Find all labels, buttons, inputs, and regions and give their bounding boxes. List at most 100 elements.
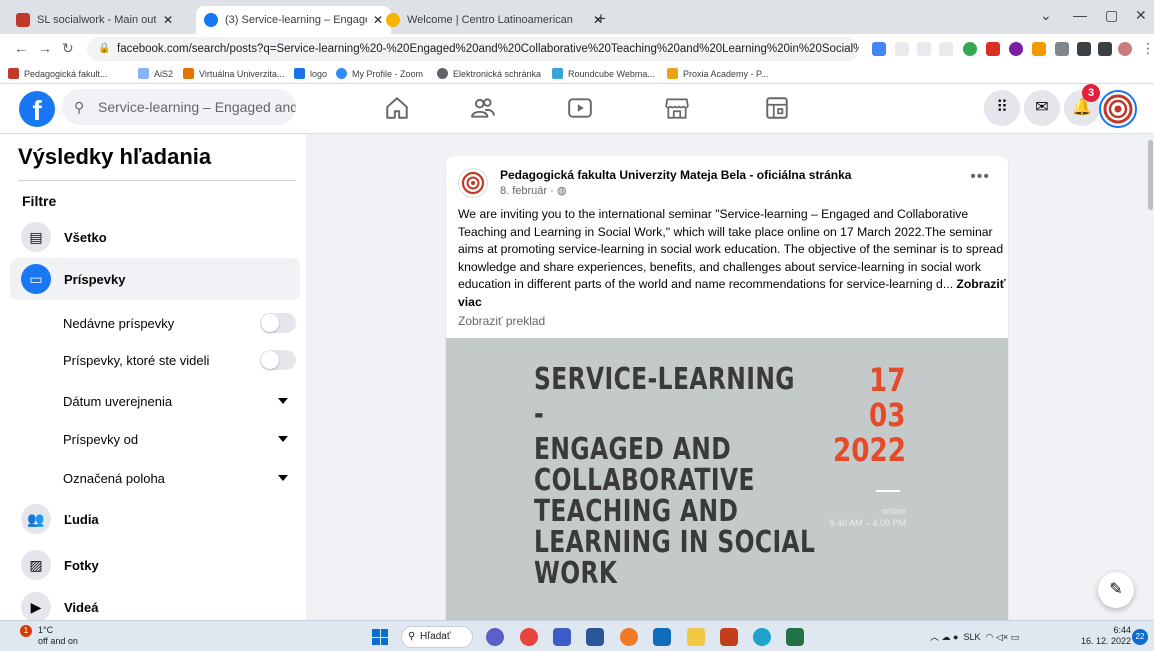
facebook-header: f ⚲ Service-learning – Engaged and Co ⠿ … [0,84,1154,134]
bookmark-item[interactable]: logo [294,68,327,79]
sidebar-item-all[interactable]: ▤ Všetko [10,216,300,258]
post-card: Pedagogická fakulta Univerzity Mateja Be… [446,156,1008,620]
see-translation-link[interactable]: Zobraziť preklad [458,314,545,328]
close-window-button[interactable]: ✕ [1135,7,1147,24]
bookmark-item[interactable]: Elektronická schránka [437,68,541,79]
browser-tab-active[interactable]: (3) Service-learning – Engaged an ✕ [196,6,392,34]
filter-seen-posts[interactable]: Príspevky, ktoré ste videli [63,348,296,372]
banner-line: ENGAGED AND [534,432,732,467]
extension-icon[interactable] [986,42,1000,56]
browser-tab[interactable]: Welcome | Centro Latinoamerican ✕ [378,6,611,34]
marketplace-icon[interactable] [664,95,690,121]
filter-label: Nedávne príspevky [63,315,175,331]
sidebar-item-label: Ľudia [64,511,99,527]
back-button[interactable]: ← [14,40,28,56]
word-app-icon[interactable] [586,628,604,646]
seen-posts-toggle[interactable] [260,350,296,370]
extension-icon[interactable] [1032,42,1046,56]
clock[interactable]: 6:44 16. 12. 2022 [1081,625,1131,647]
page-name-link[interactable]: Pedagogická fakulta Univerzity Mateja Be… [500,168,851,182]
banner-mode: online [881,506,906,516]
outlook-app-icon[interactable] [653,628,671,646]
address-bar-row: ← → ↻ 🔒 facebook.com/search/posts?q=Serv… [0,34,1154,64]
powerpoint-app-icon[interactable] [720,628,738,646]
browser-menu-icon[interactable]: ⋮ [1141,40,1154,57]
firefox-app-icon[interactable] [620,628,638,646]
search-input[interactable]: ⚲ Service-learning – Engaged and Co [62,89,296,125]
zoom-icon[interactable] [895,42,909,56]
post-options-icon[interactable]: ••• [970,168,990,186]
page-avatar[interactable] [458,168,488,198]
profile-avatar-icon[interactable] [1118,42,1132,56]
friends-icon[interactable] [470,95,496,121]
chevron-down-icon [278,436,288,442]
account-avatar[interactable] [1099,90,1137,128]
forward-button[interactable]: → [38,40,52,56]
filter-recent-posts[interactable]: Nedávne príspevky [63,311,296,335]
extension-icon[interactable] [1009,42,1023,56]
tab-favicon-icon [16,13,30,27]
edge-app-icon[interactable] [753,628,771,646]
bookmark-item[interactable]: My Profile - Zoom [336,68,423,79]
messenger-button[interactable]: ✉ [1024,90,1060,126]
home-icon[interactable] [384,95,410,121]
google-icon[interactable] [872,42,886,56]
filter-date-posted[interactable]: Dátum uverejnenia [63,389,296,413]
post-date[interactable]: 8. február · ◍ [500,184,566,197]
start-button[interactable] [372,629,388,645]
side-panel-icon[interactable] [1098,42,1112,56]
extension-icon[interactable] [1055,42,1069,56]
new-message-button[interactable]: ✎ [1098,572,1134,608]
bookmark-item[interactable]: Roundcube Webma... [552,68,655,79]
filter-tagged-location[interactable]: Označená poloha [63,466,296,490]
weather-alert-badge: 1 [20,625,32,637]
notification-badge: 3 [1082,84,1100,102]
bookmark-item[interactable]: Proxia Academy - P... [667,68,768,79]
file-explorer-icon[interactable] [687,628,705,646]
new-tab-button[interactable]: + [596,9,606,29]
share-icon[interactable] [917,42,931,56]
recent-posts-toggle[interactable] [260,313,296,333]
tab-search-icon[interactable]: ⌄ [1040,7,1052,24]
sidebar-item-posts[interactable]: ▭ Príspevky [10,258,300,300]
system-tray[interactable]: ︿ ☁ ● SLK ◠ ◁× ▭ [930,630,1019,643]
close-tab-icon[interactable]: ✕ [163,13,173,27]
facebook-favicon-icon [204,13,218,27]
teams-app-icon[interactable] [553,628,571,646]
taskbar-search[interactable]: ⚲ Hľadať [401,626,473,648]
maximize-button[interactable]: ▢ [1105,7,1118,24]
reload-button[interactable]: ↻ [62,40,74,57]
watch-icon[interactable] [567,95,593,121]
language-indicator: SLK [963,632,981,642]
excel-app-icon[interactable] [786,628,804,646]
weather-widget[interactable]: 1 1°C off and on [16,625,78,647]
tab-title: (3) Service-learning – Engaged an [225,14,367,26]
minimize-button[interactable]: — [1073,7,1087,23]
sidebar-item-photos[interactable]: ▨ Fotky [10,544,300,586]
extension-icon[interactable] [963,42,977,56]
filter-label: Príspevky od [63,431,139,447]
url-field[interactable]: 🔒 facebook.com/search/posts?q=Service-le… [87,37,859,61]
sidebar-item-people[interactable]: 👥 Ľudia [10,498,300,540]
scrollbar-thumb[interactable] [1148,140,1153,210]
banner-time: 9.40 AM – 4.00 PM [829,518,906,528]
notification-center-badge[interactable]: 22 [1132,629,1148,645]
facebook-logo-icon[interactable]: f [19,91,55,127]
sidebar-item-videos[interactable]: ▶ Videá [10,586,300,620]
chat-app-icon[interactable] [486,628,504,646]
bookmark-item[interactable]: AiS2 [138,68,173,79]
tab-title: SL socialwork - Main outputs [37,14,157,26]
gaming-icon[interactable] [764,95,790,121]
bookmark-item[interactable]: Virtuálna Univerzita... [183,68,284,79]
extensions-puzzle-icon[interactable] [1077,42,1091,56]
menu-grid-button[interactable]: ⠿ [984,90,1020,126]
browser-tab-bar: SL socialwork - Main outputs ✕ (3) Servi… [0,0,1154,34]
compose-icon: ✎ [1109,581,1123,598]
filter-posts-from[interactable]: Príspevky od [63,427,296,451]
bookmark-star-icon[interactable] [939,42,953,56]
post-image[interactable]: SERVICE-LEARNING - ENGAGED AND COLLABORA… [446,338,1008,620]
browser-tab[interactable]: SL socialwork - Main outputs ✕ [8,6,181,34]
bookmark-item[interactable]: Pedagogická fakult... [8,68,108,79]
filter-label: Príspevky, ktoré ste videli [63,352,210,368]
chrome-app-icon[interactable] [520,628,538,646]
